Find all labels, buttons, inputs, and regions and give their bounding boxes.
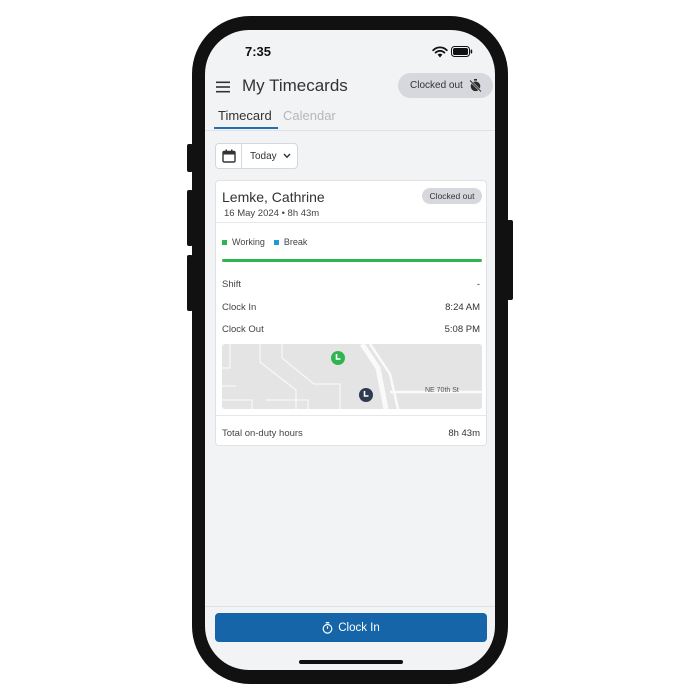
tab-calendar[interactable]: Calendar xyxy=(283,108,336,123)
card-divider xyxy=(216,415,486,416)
timeline-working-fill xyxy=(222,259,482,262)
shift-value: - xyxy=(476,279,480,290)
legend-swatch-working xyxy=(222,239,227,245)
app-screen: 7:35 My Timecards Clocked out Timecard C… xyxy=(205,30,495,670)
bottom-divider xyxy=(205,606,495,607)
page-title: My Timecards xyxy=(242,76,348,95)
wifi-icon xyxy=(432,46,448,58)
power-button xyxy=(507,220,513,300)
legend-swatch-break xyxy=(273,239,279,245)
home-indicator xyxy=(299,660,403,664)
chevron-down-icon xyxy=(283,153,291,159)
map-graphic xyxy=(222,344,482,409)
clock-in-button[interactable]: Clock In xyxy=(215,613,487,642)
total-hours-value: 8h 43m xyxy=(448,428,480,439)
legend-item-working: Working xyxy=(222,237,265,247)
total-hours-label: Total on-duty hours xyxy=(222,428,303,439)
date-filter-dropdown[interactable]: Today xyxy=(215,143,298,169)
location-map[interactable]: NE 70th St xyxy=(222,344,482,409)
clock-in-label: Clock In xyxy=(338,621,380,634)
tab-timecard[interactable]: Timecard xyxy=(218,108,272,123)
legend-item-break: Break xyxy=(273,237,308,247)
date-filter-value: Today xyxy=(250,151,277,162)
tab-divider xyxy=(205,130,495,131)
clock-out-label: Clock Out xyxy=(222,324,264,335)
timecard-date-duration: 16 May 2024 • 8h 43m xyxy=(224,208,320,219)
clock-status-badge[interactable]: Clocked out xyxy=(398,73,493,98)
legend-label-break: Break xyxy=(283,237,308,247)
status-bar: 7:35 xyxy=(205,30,495,74)
timeline-legend: Working Break xyxy=(222,237,316,247)
date-filter-separator xyxy=(241,144,242,168)
battery-icon xyxy=(451,46,473,57)
map-street-label: NE 70th St xyxy=(425,387,459,394)
shift-timeline-bar xyxy=(222,259,482,262)
volume-down-button xyxy=(187,255,193,311)
mute-switch xyxy=(187,144,193,172)
status-time: 7:35 xyxy=(245,44,272,59)
menu-icon[interactable] xyxy=(216,81,230,93)
shift-label: Shift xyxy=(222,279,242,290)
stopwatch-off-icon xyxy=(469,79,482,92)
card-divider xyxy=(216,222,486,223)
timecard-status-badge: Clocked out xyxy=(422,188,482,204)
volume-up-button xyxy=(187,190,193,246)
clock-in-label: Clock In xyxy=(222,302,257,313)
active-tab-indicator xyxy=(214,127,278,129)
calendar-icon xyxy=(222,149,236,163)
employee-name: Lemke, Cathrine xyxy=(222,189,325,205)
clock-status-label: Clocked out xyxy=(410,80,463,91)
legend-label-working: Working xyxy=(232,237,265,247)
clock-in-value: 8:24 AM xyxy=(445,302,480,313)
stopwatch-icon xyxy=(322,621,333,634)
clock-out-value: 5:08 PM xyxy=(444,324,480,335)
timecard-card[interactable]: Lemke, Cathrine 16 May 2024 • 8h 43m Clo… xyxy=(215,180,487,446)
